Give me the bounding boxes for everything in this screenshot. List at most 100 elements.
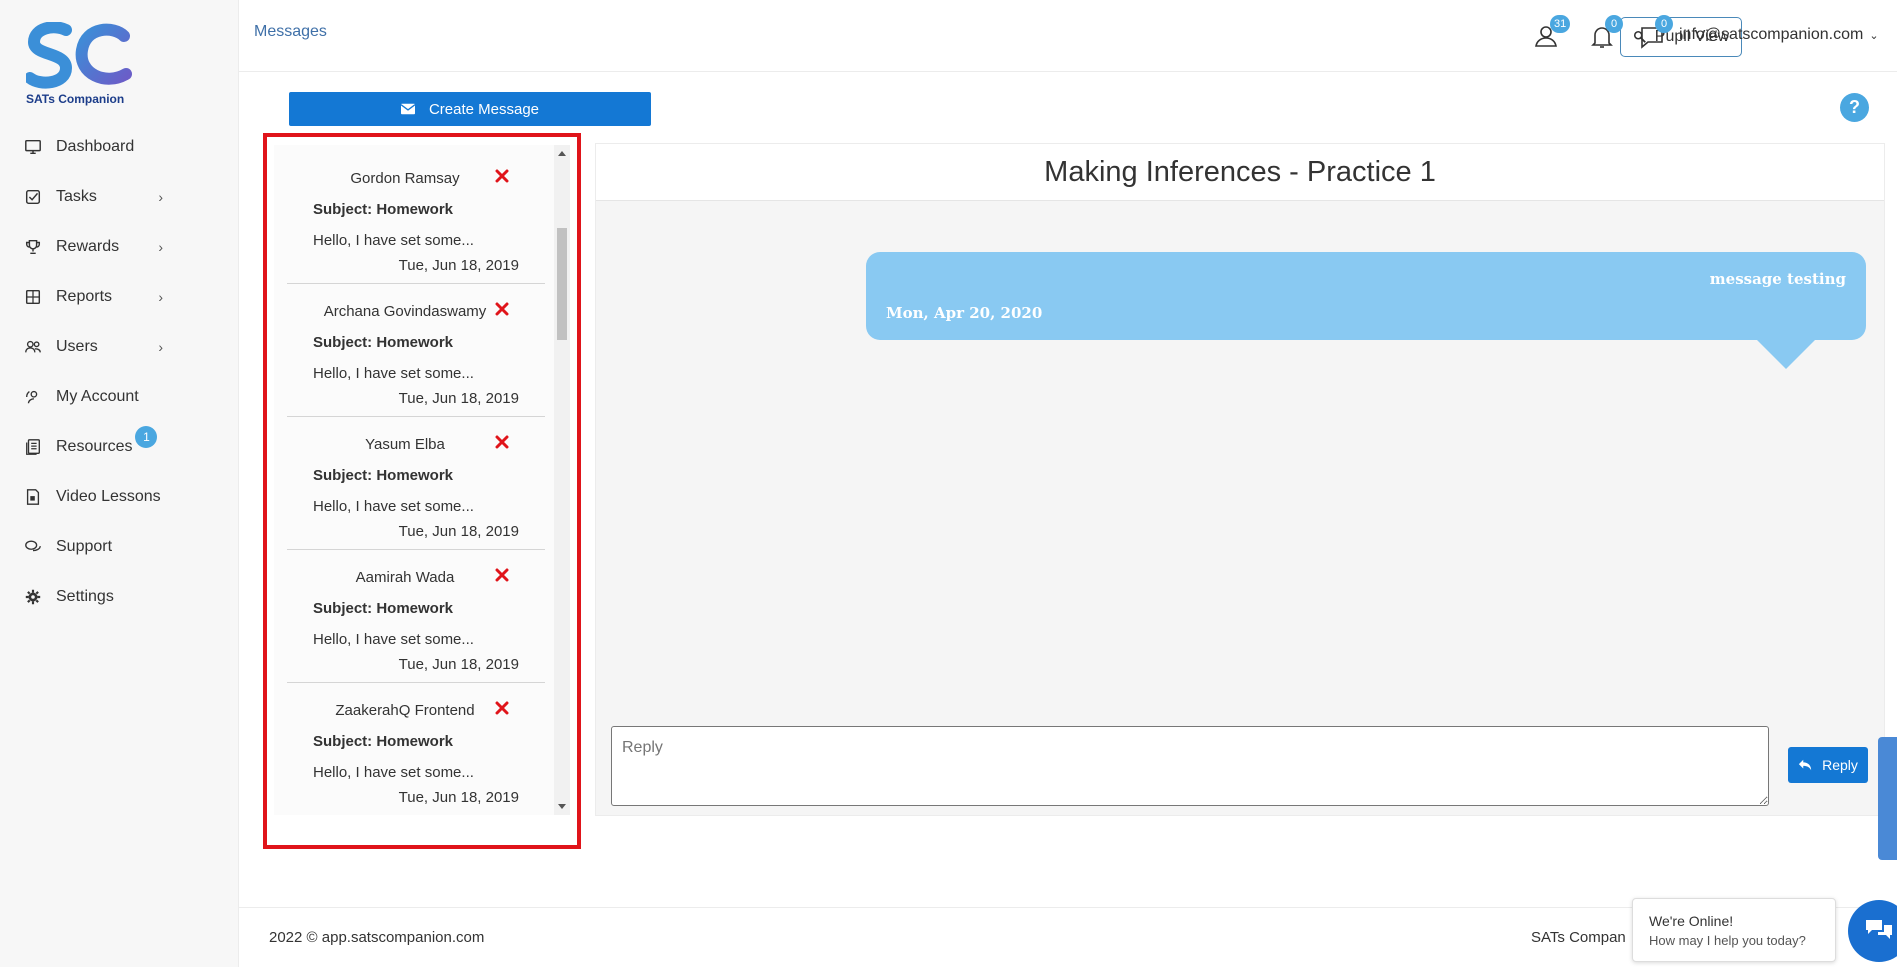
sidebar-item-resources[interactable]: Resources 1 bbox=[0, 422, 239, 472]
resources-icon bbox=[24, 438, 42, 456]
message-list-item[interactable]: ZaakerahQ Frontend Subject: Homework Hello… bbox=[287, 683, 545, 815]
scroll-up-arrow-icon[interactable] bbox=[558, 151, 566, 156]
message-sender: Archana Govindaswamy bbox=[323, 303, 487, 320]
message-list-item[interactable]: Archana Govindaswamy Subject: Homework Hel… bbox=[287, 284, 545, 417]
chevron-right-icon: › bbox=[158, 239, 163, 255]
account-menu[interactable]: info@satscompanion.com ⌄ bbox=[1679, 26, 1879, 44]
sidebar-item-label: My Account bbox=[56, 388, 139, 405]
chevron-right-icon: › bbox=[158, 189, 163, 205]
reply-input[interactable] bbox=[611, 726, 1769, 806]
scroll-down-arrow-icon[interactable] bbox=[558, 804, 566, 809]
reply-button[interactable]: Reply bbox=[1788, 747, 1868, 783]
message-list-item[interactable]: Yasum Elba Subject: Homework Hello, I have… bbox=[287, 417, 545, 550]
chat-online-text: We're Online! bbox=[1649, 913, 1734, 929]
sidebar-item-label: Dashboard bbox=[56, 138, 135, 155]
message-list-date: Tue, Jun 18, 2019 bbox=[398, 257, 519, 274]
sidebar-nav: Dashboard Tasks › Rewards › Reports › Us… bbox=[0, 122, 239, 622]
message-list[interactable]: Gordon Ramsay Subject: Homework Hello, I h… bbox=[274, 145, 570, 815]
message-list-date: Tue, Jun 18, 2019 bbox=[398, 656, 519, 673]
message-list-item[interactable]: Aamirah Wada Subject: Homework Hello, I ha… bbox=[287, 550, 545, 683]
message-bubble: message testing Mon, Apr 20, 2020 bbox=[866, 252, 1866, 340]
sidebar-item-dashboard[interactable]: Dashboard bbox=[0, 122, 239, 172]
sidebar-item-reports[interactable]: Reports › bbox=[0, 272, 239, 322]
chevron-right-icon: › bbox=[158, 339, 163, 355]
chevron-down-icon: ⌄ bbox=[1869, 30, 1879, 42]
sidebar: SATs Companion Dashboard Tasks › Rewards… bbox=[0, 0, 239, 967]
chevron-right-icon: › bbox=[158, 289, 163, 305]
delete-icon[interactable] bbox=[495, 435, 509, 449]
delete-icon[interactable] bbox=[495, 169, 509, 183]
messages-badge: 0 bbox=[1655, 15, 1673, 33]
delete-icon[interactable] bbox=[495, 701, 509, 715]
envelope-icon bbox=[400, 103, 415, 115]
resources-badge: 1 bbox=[135, 426, 158, 448]
message-preview: Hello, I have set some... bbox=[313, 232, 474, 249]
account-icon bbox=[24, 388, 42, 406]
sidebar-item-video-lessons[interactable]: Video Lessons bbox=[0, 472, 239, 522]
sidebar-item-label: Users bbox=[56, 338, 98, 355]
gear-icon bbox=[24, 588, 42, 606]
create-message-button[interactable]: Create Message bbox=[289, 92, 651, 126]
top-header: Messages Pupil View 31 0 0 info@satscomp… bbox=[239, 0, 1897, 72]
notifications-button[interactable]: 0 bbox=[1589, 15, 1623, 52]
message-thread: Making Inferences - Practice 1 message t… bbox=[595, 143, 1885, 816]
notifications-badge: 0 bbox=[1605, 15, 1623, 33]
sidebar-item-label: Tasks bbox=[56, 188, 97, 205]
help-icon[interactable]: ? bbox=[1840, 93, 1869, 122]
message-list-date: Tue, Jun 18, 2019 bbox=[398, 390, 519, 407]
brand-name: SATs Companion bbox=[26, 92, 125, 106]
sidebar-item-label: Support bbox=[56, 538, 113, 555]
chat-popup[interactable]: We're Online! How may I help you today? bbox=[1632, 898, 1836, 962]
chat-bubbles-icon bbox=[1866, 920, 1892, 939]
message-sender: Aamirah Wada bbox=[355, 569, 455, 586]
message-subject: Subject: Homework bbox=[313, 733, 454, 750]
thread-title: Making Inferences - Practice 1 bbox=[596, 144, 1884, 201]
breadcrumb-messages[interactable]: Messages bbox=[254, 23, 327, 41]
message-subject: Subject: Homework bbox=[313, 600, 454, 617]
users-header-button[interactable]: 31 bbox=[1534, 15, 1571, 52]
footer-copyright: 2022 © app.satscompanion.com bbox=[269, 929, 485, 946]
report-icon bbox=[24, 288, 42, 306]
reply-arrow-icon bbox=[1798, 759, 1812, 771]
message-preview: Hello, I have set some... bbox=[313, 631, 474, 648]
message-subject: Subject: Homework bbox=[313, 334, 454, 351]
message-bubble-tail bbox=[1756, 339, 1816, 369]
message-list-scrollbar[interactable] bbox=[554, 145, 570, 815]
trophy-icon bbox=[24, 238, 42, 256]
message-date: Mon, Apr 20, 2020 bbox=[886, 304, 1043, 322]
sidebar-item-label: Resources bbox=[56, 438, 133, 455]
logo-icon bbox=[24, 21, 132, 89]
message-preview: Hello, I have set some... bbox=[313, 498, 474, 515]
message-subject: Subject: Homework bbox=[313, 467, 454, 484]
task-icon bbox=[24, 188, 42, 206]
sidebar-item-settings[interactable]: Settings bbox=[0, 572, 239, 622]
sidebar-item-support[interactable]: Support bbox=[0, 522, 239, 572]
message-sender: Gordon Ramsay bbox=[350, 170, 460, 187]
users-icon bbox=[24, 338, 42, 356]
chat-icon bbox=[24, 538, 42, 556]
account-email: info@satscompanion.com bbox=[1679, 26, 1864, 43]
messages-header-button[interactable]: 0 bbox=[1639, 15, 1673, 52]
message-list-items: Gordon Ramsay Subject: Homework Hello, I h… bbox=[287, 151, 545, 815]
message-list-item[interactable]: Gordon Ramsay Subject: Homework Hello, I h… bbox=[287, 151, 545, 284]
delete-icon[interactable] bbox=[495, 568, 509, 582]
sidebar-item-users[interactable]: Users › bbox=[0, 322, 239, 372]
sidebar-item-tasks[interactable]: Tasks › bbox=[0, 172, 239, 222]
create-message-label: Create Message bbox=[428, 100, 540, 118]
sidebar-item-rewards[interactable]: Rewards › bbox=[0, 222, 239, 272]
sidebar-item-label: Video Lessons bbox=[56, 488, 161, 505]
message-subject: Subject: Homework bbox=[313, 201, 454, 218]
feedback-tab[interactable] bbox=[1878, 737, 1897, 860]
message-text: message testing bbox=[1709, 270, 1846, 288]
scroll-thumb[interactable] bbox=[557, 228, 567, 340]
sidebar-item-my-account[interactable]: My Account bbox=[0, 372, 239, 422]
message-sender: ZaakerahQ Frontend bbox=[335, 702, 475, 719]
video-icon bbox=[24, 488, 42, 506]
message-preview: Hello, I have set some... bbox=[313, 365, 474, 382]
message-list-date: Tue, Jun 18, 2019 bbox=[398, 789, 519, 806]
message-sender: Yasum Elba bbox=[365, 436, 445, 453]
sidebar-item-label: Rewards bbox=[56, 238, 120, 255]
monitor-icon bbox=[24, 138, 42, 156]
footer-right-text: SATs Compan bbox=[1531, 929, 1626, 946]
delete-icon[interactable] bbox=[495, 302, 509, 316]
